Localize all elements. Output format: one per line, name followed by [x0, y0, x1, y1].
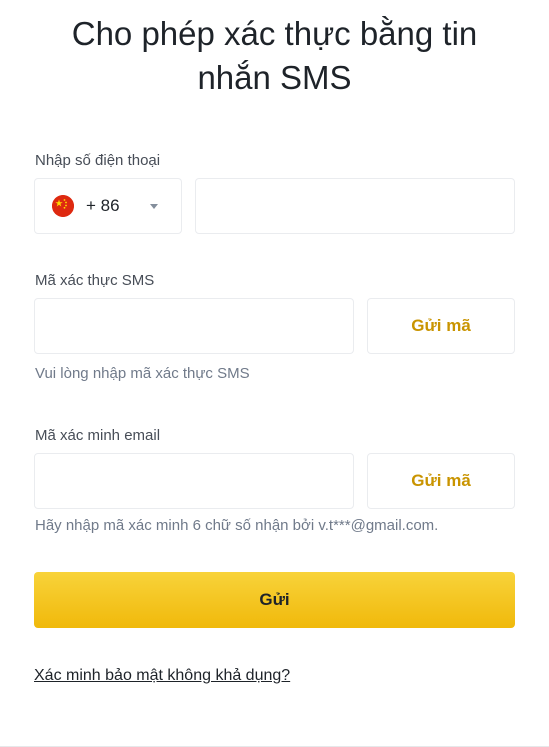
sms-code-hint: Vui lòng nhập mã xác thực SMS	[35, 365, 250, 382]
phone-number-field[interactable]	[195, 178, 515, 234]
submit-button[interactable]: Gửi	[34, 572, 515, 628]
send-sms-code-button[interactable]: Gửi mã	[367, 298, 515, 354]
sms-code-input[interactable]	[35, 299, 353, 353]
caret-down-icon	[149, 203, 158, 209]
sms-code-field[interactable]	[34, 298, 354, 354]
phone-label: Nhập số điện thoại	[35, 152, 161, 169]
dial-code: + 86	[86, 196, 120, 215]
email-code-label: Mã xác minh email	[35, 427, 161, 444]
send-email-code-button[interactable]: Gửi mã	[367, 453, 515, 509]
page-title: Cho phép xác thực bằng tin nhắn SMS	[0, 12, 549, 100]
sms-code-label: Mã xác thực SMS	[35, 272, 155, 289]
email-code-field[interactable]	[34, 453, 354, 509]
country-code-select[interactable]: + 86	[34, 178, 182, 234]
china-flag-icon	[52, 195, 74, 217]
sms-auth-page: Cho phép xác thực bằng tin nhắn SMS Nhập…	[0, 0, 549, 747]
email-code-input[interactable]	[35, 454, 353, 508]
security-unavailable-link[interactable]: Xác minh bảo mật không khả dụng?	[34, 666, 290, 686]
email-code-hint: Hãy nhập mã xác minh 6 chữ số nhận bởi v…	[35, 517, 439, 534]
page-title-line-1: Cho phép xác thực bằng tin	[71, 15, 478, 52]
phone-number-input[interactable]	[196, 179, 514, 233]
page-title-line-2: nhắn SMS	[197, 59, 352, 96]
